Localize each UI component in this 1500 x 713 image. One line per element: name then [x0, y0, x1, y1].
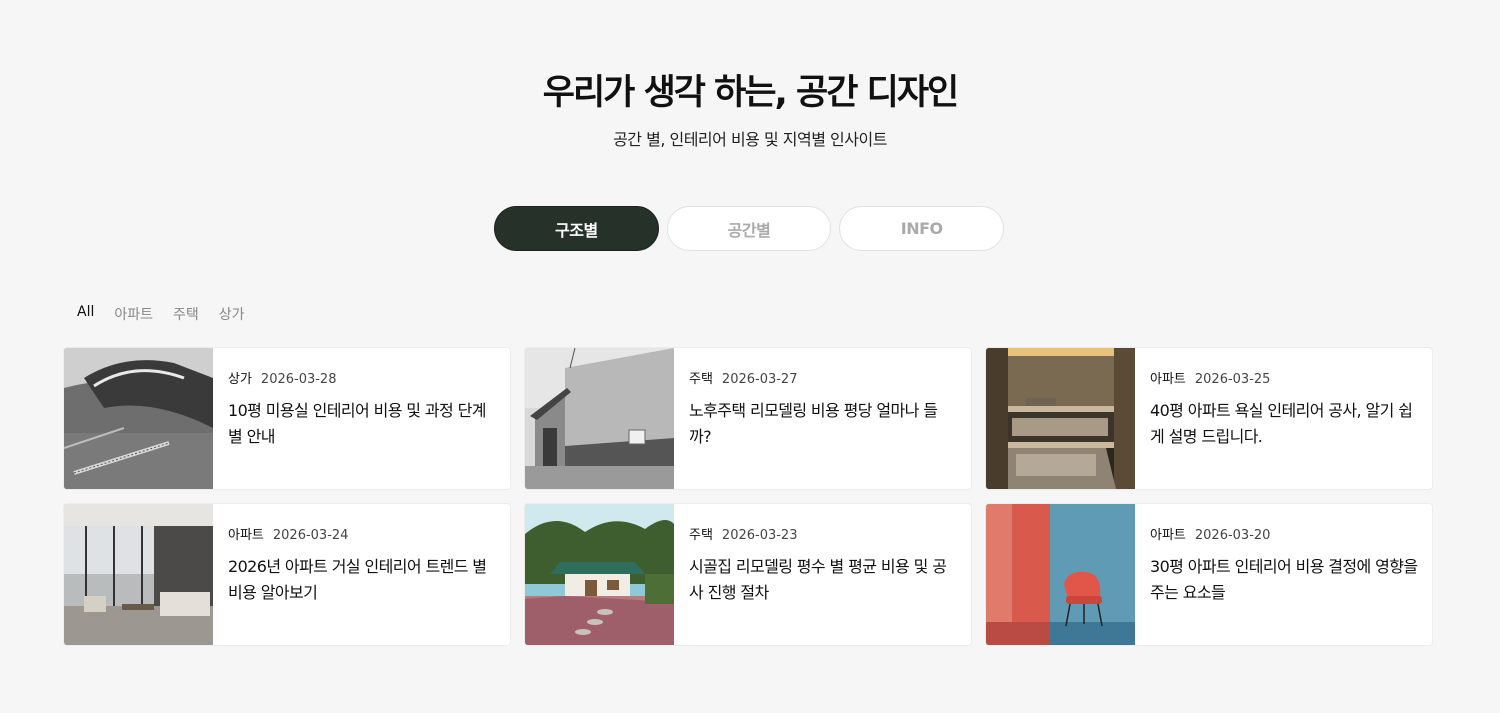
post-thumbnail [64, 504, 213, 645]
post-card[interactable]: 아파트 2026-03-20 30평 아파트 인테리어 비용 결정에 영향을 주… [986, 504, 1432, 645]
post-category: 아파트 [1150, 372, 1186, 387]
filter-all[interactable]: All [77, 304, 94, 324]
post-thumbnail [525, 504, 674, 645]
tab-structure[interactable]: 구조별 [494, 206, 659, 251]
post-title[interactable]: 2026년 아파트 거실 인테리어 트렌드 별 비용 알아보기 [228, 554, 496, 606]
post-date: 2026-03-25 [1194, 372, 1271, 387]
post-card[interactable]: 아파트 2026-03-24 2026년 아파트 거실 인테리어 트렌드 별 비… [64, 504, 510, 645]
tab-info[interactable]: INFO [839, 206, 1005, 251]
post-thumbnail [64, 348, 213, 489]
post-thumbnail [525, 348, 674, 489]
category-tabs: 구조별 공간별 INFO [494, 206, 1005, 252]
filter-commercial[interactable]: 상가 [219, 304, 245, 324]
page-title: 우리가 생각 하는, 공간 디자인 [542, 73, 959, 113]
tab-space[interactable]: 공간별 [666, 206, 832, 251]
post-card[interactable]: 주택 2026-03-27 노후주택 리모델링 비용 평당 얼마나 들까? [525, 348, 971, 489]
post-category: 주택 [689, 528, 713, 543]
post-title[interactable]: 시골집 리모델링 평수 별 평균 비용 및 공사 진행 절차 [689, 554, 957, 606]
post-grid: 상가 2026-03-28 10평 미용실 인테리어 비용 및 과정 단계별 안… [64, 348, 1434, 645]
filter-house[interactable]: 주택 [173, 304, 199, 324]
post-thumbnail [986, 504, 1135, 645]
post-title[interactable]: 40평 아파트 욕실 인테리어 공사, 알기 쉽게 설명 드립니다. [1150, 398, 1418, 450]
post-category: 상가 [228, 372, 252, 387]
post-category: 아파트 [228, 528, 264, 543]
post-category: 아파트 [1150, 528, 1186, 543]
post-title[interactable]: 10평 미용실 인테리어 비용 및 과정 단계별 안내 [228, 398, 496, 450]
post-card[interactable]: 주택 2026-03-23 시골집 리모델링 평수 별 평균 비용 및 공사 진… [525, 504, 971, 645]
post-card[interactable]: 아파트 2026-03-25 40평 아파트 욕실 인테리어 공사, 알기 쉽게… [986, 348, 1432, 489]
post-date: 2026-03-28 [260, 372, 337, 387]
post-date: 2026-03-23 [721, 528, 798, 543]
post-date: 2026-03-24 [272, 528, 349, 543]
post-card[interactable]: 상가 2026-03-28 10평 미용실 인테리어 비용 및 과정 단계별 안… [64, 348, 510, 489]
filter-apartment[interactable]: 아파트 [114, 304, 153, 324]
filter-bar: All 아파트 주택 상가 [77, 304, 245, 324]
post-category: 주택 [689, 372, 713, 387]
page-subtitle: 공간 별, 인테리어 비용 및 지역별 인사이트 [613, 130, 887, 149]
post-title[interactable]: 노후주택 리모델링 비용 평당 얼마나 들까? [689, 398, 957, 450]
post-thumbnail [986, 348, 1135, 489]
post-title[interactable]: 30평 아파트 인테리어 비용 결정에 영향을 주는 요소들 [1150, 554, 1418, 606]
post-date: 2026-03-20 [1194, 528, 1271, 543]
post-date: 2026-03-27 [721, 372, 798, 387]
